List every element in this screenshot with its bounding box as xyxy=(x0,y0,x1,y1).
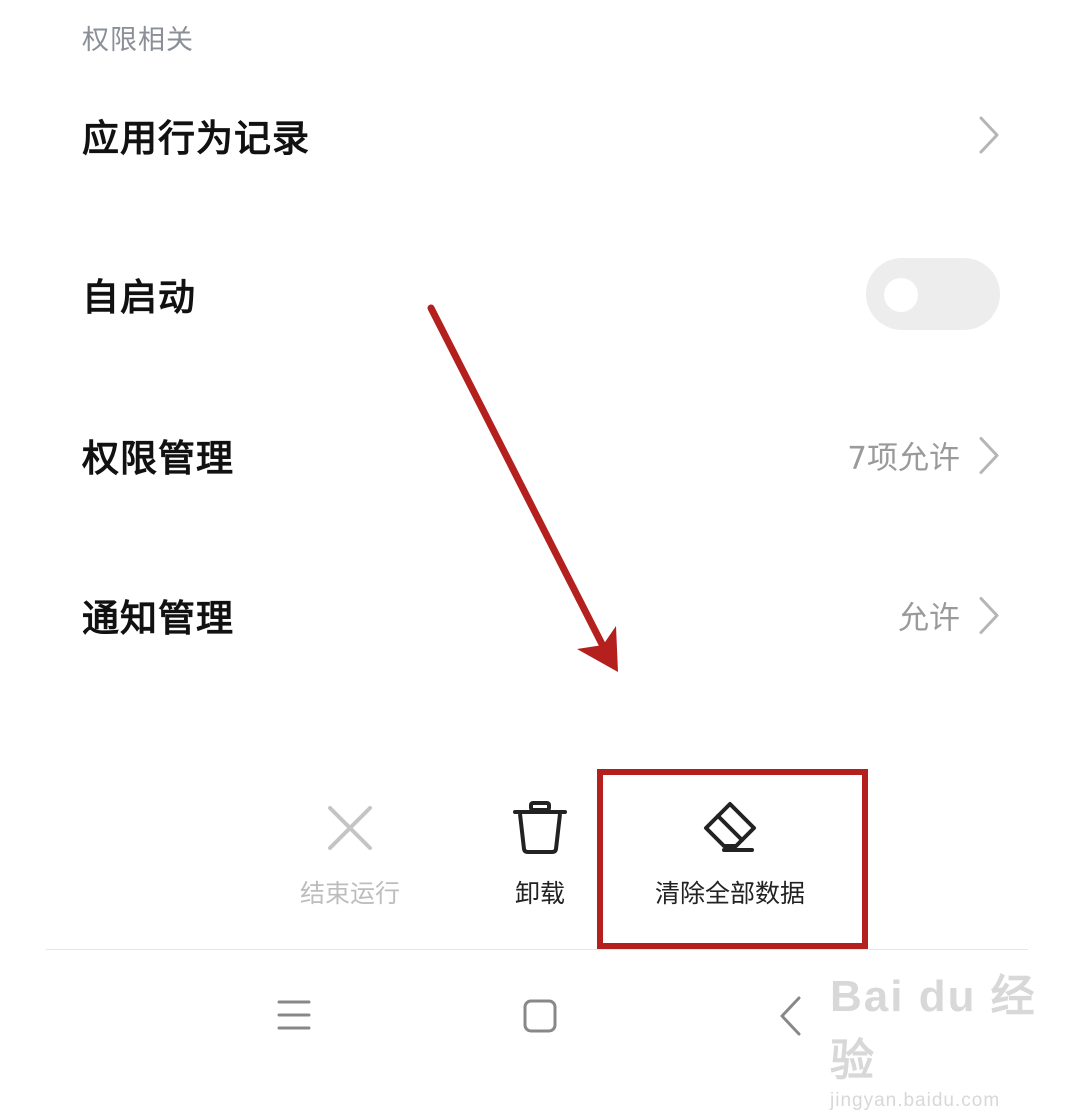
uninstall-button[interactable]: 卸载 xyxy=(490,800,590,910)
row-right: 7项允许 xyxy=(847,433,1000,478)
annotation-highlight-box xyxy=(597,769,868,949)
row-label: 权限管理 xyxy=(82,437,234,480)
divider xyxy=(46,949,1028,950)
row-auto-start: 自启动 xyxy=(0,234,1080,354)
home-square-icon[interactable] xyxy=(522,992,558,1040)
chevron-right-icon xyxy=(979,436,999,474)
section-header: 权限相关 xyxy=(82,25,194,56)
action-label: 卸载 xyxy=(514,879,565,908)
menu-icon[interactable] xyxy=(277,992,311,1040)
toggle-knob xyxy=(884,278,918,312)
row-label: 应用行为记录 xyxy=(82,117,310,160)
row-value: 7项允许 xyxy=(847,440,960,477)
row-value: 允许 xyxy=(898,600,960,637)
watermark-brand: Bai du 经验 xyxy=(830,972,1037,1085)
row-app-behavior-record[interactable]: 应用行为记录 xyxy=(0,75,1080,195)
trash-icon xyxy=(513,801,567,854)
close-icon xyxy=(328,806,372,850)
force-stop-button[interactable]: 结束运行 xyxy=(290,800,410,910)
row-right xyxy=(866,258,1000,330)
baidu-jingyan-watermark: Bai du 经验 jingyan.baidu.com xyxy=(830,960,1080,1112)
chevron-right-icon xyxy=(979,596,999,634)
row-right: 允许 xyxy=(898,593,1000,638)
back-chevron-icon[interactable] xyxy=(778,992,804,1040)
row-right xyxy=(978,115,1000,155)
action-label: 结束运行 xyxy=(299,879,400,908)
row-notification-management[interactable]: 通知管理 允许 xyxy=(0,555,1080,675)
auto-start-toggle[interactable] xyxy=(866,258,1000,330)
row-label: 通知管理 xyxy=(82,597,234,640)
chevron-right-icon xyxy=(979,116,999,154)
row-permission-management[interactable]: 权限管理 7项允许 xyxy=(0,395,1080,515)
watermark-url: jingyan.baidu.com xyxy=(830,1090,1001,1111)
row-label: 自启动 xyxy=(82,276,196,319)
